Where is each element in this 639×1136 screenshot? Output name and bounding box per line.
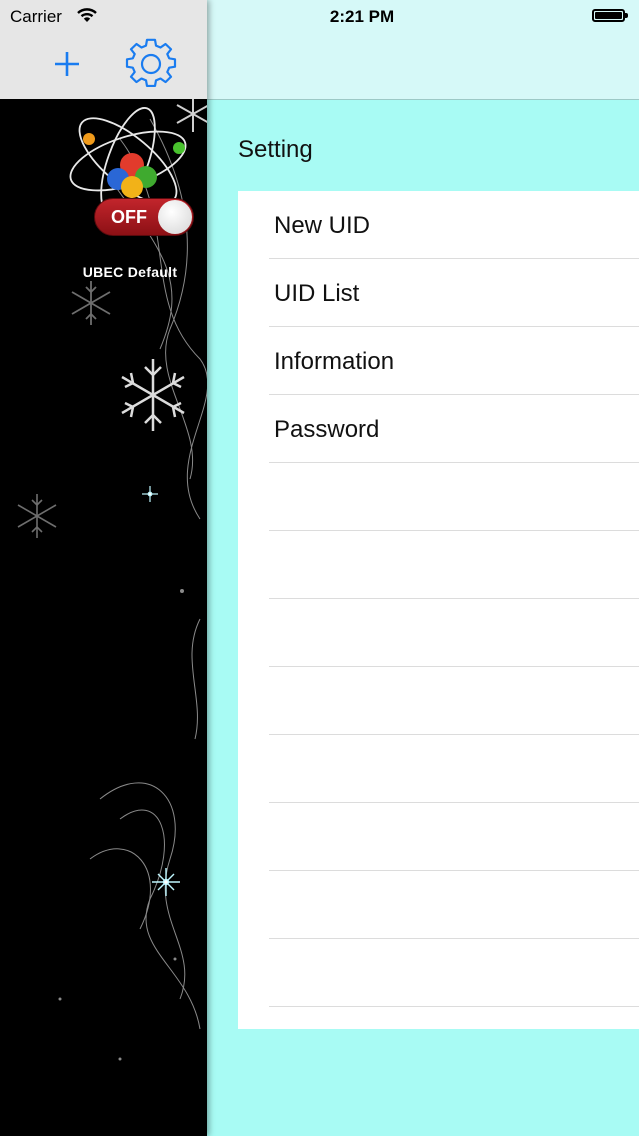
settings-menu: New UID UID List Information Password bbox=[238, 191, 639, 1029]
device-name: UBEC Default bbox=[82, 264, 178, 280]
gear-icon[interactable] bbox=[125, 38, 177, 90]
wifi-icon bbox=[77, 8, 97, 22]
settings-pane: 2:21 PM Setting New UID UID List Informa… bbox=[207, 0, 639, 1136]
navigation-bar: 2:21 PM bbox=[207, 0, 639, 100]
empty-row bbox=[269, 463, 639, 531]
toggle-knob bbox=[158, 200, 192, 234]
empty-row bbox=[269, 599, 639, 667]
battery-icon bbox=[592, 9, 628, 22]
device-power-toggle[interactable]: OFF bbox=[94, 198, 194, 236]
menu-item-label: Information bbox=[274, 348, 395, 375]
empty-row bbox=[269, 667, 639, 735]
menu-item-new-uid[interactable]: New UID bbox=[269, 191, 639, 259]
side-drawer: Carrier OFF UBEC Default bbox=[0, 0, 207, 1136]
empty-row bbox=[269, 735, 639, 803]
snowflake-background-art bbox=[17, 99, 207, 1061]
empty-row bbox=[269, 939, 639, 1007]
menu-item-label: UID List bbox=[274, 280, 360, 307]
menu-item-information[interactable]: Information bbox=[269, 327, 639, 395]
atom-logo-icon bbox=[69, 107, 187, 203]
drawer-toolbar: Carrier bbox=[0, 0, 207, 99]
carrier-label: Carrier bbox=[10, 7, 62, 26]
empty-row bbox=[269, 803, 639, 871]
empty-row bbox=[269, 871, 639, 939]
menu-item-label: Password bbox=[274, 416, 380, 443]
menu-item-password[interactable]: Password bbox=[269, 395, 639, 463]
status-time: 2:21 PM bbox=[329, 7, 395, 26]
section-title: Setting bbox=[238, 136, 313, 163]
menu-item-uid-list[interactable]: UID List bbox=[269, 259, 639, 327]
empty-row bbox=[269, 531, 639, 599]
plus-icon[interactable] bbox=[53, 50, 81, 78]
menu-item-label: New UID bbox=[274, 212, 371, 239]
toggle-state-label: OFF bbox=[111, 207, 147, 227]
